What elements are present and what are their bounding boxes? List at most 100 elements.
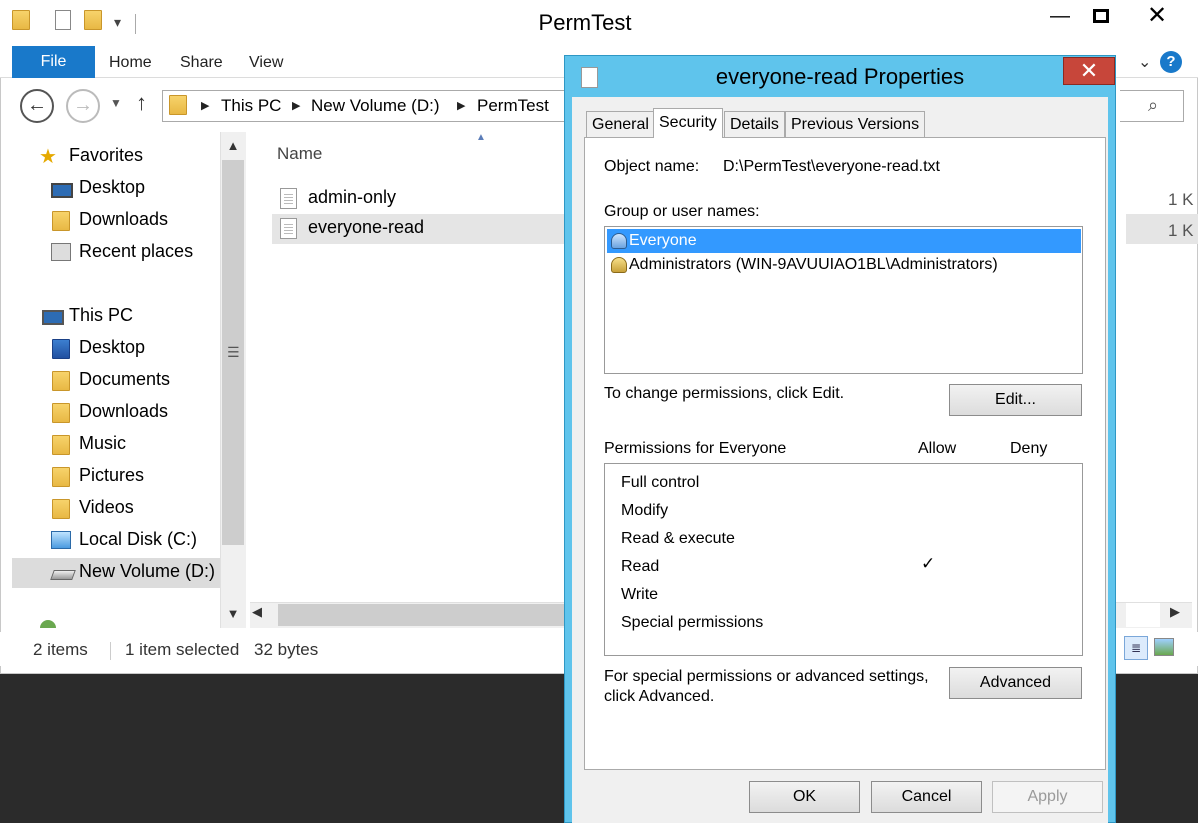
- folder-icon: [169, 95, 187, 120]
- details-view-icon[interactable]: ≣: [1124, 636, 1148, 660]
- nav-item-label: Pictures: [79, 465, 145, 485]
- back-button[interactable]: ←: [20, 89, 54, 123]
- nav-item-documents[interactable]: Documents: [12, 366, 220, 396]
- scroll-up-icon[interactable]: ▲: [220, 132, 246, 160]
- tab-file[interactable]: File: [12, 46, 95, 78]
- allow-header: Allow: [918, 440, 957, 457]
- text-file-icon: [280, 218, 297, 239]
- forward-button[interactable]: →: [66, 89, 100, 123]
- ok-button[interactable]: OK: [749, 781, 860, 813]
- apply-button[interactable]: Apply: [992, 781, 1103, 813]
- tab-general[interactable]: General: [586, 111, 655, 137]
- permissions-list[interactable]: Full control Modify Read & execute Read …: [604, 463, 1083, 656]
- nav-item-downloads[interactable]: Downloads: [12, 398, 220, 428]
- desktop-icon: [51, 183, 73, 198]
- cancel-button[interactable]: Cancel: [871, 781, 982, 813]
- nav-item-favorites[interactable]: ★ Favorites: [12, 142, 220, 172]
- horizontal-scrollbar-thumb[interactable]: [278, 604, 568, 626]
- recent-locations-icon[interactable]: ▼: [110, 96, 122, 110]
- edit-button[interactable]: Edit...: [949, 384, 1082, 416]
- nav-item-desktop[interactable]: Desktop: [12, 334, 220, 364]
- nav-item-music[interactable]: Music: [12, 430, 220, 460]
- tab-security[interactable]: Security: [653, 108, 723, 138]
- breadcrumb-arrow-icon[interactable]: ▶: [292, 99, 300, 112]
- user-list[interactable]: Everyone Administrators (WIN-9AVUUIAO1BL…: [604, 226, 1083, 374]
- file-size: 1 K: [1168, 190, 1194, 209]
- up-button[interactable]: ↑: [136, 90, 147, 116]
- nav-item-label: Downloads: [79, 209, 169, 229]
- object-name-label: Object name:: [604, 158, 700, 175]
- list-item-everyone[interactable]: Everyone: [607, 229, 1081, 253]
- drive-icon: [50, 570, 76, 580]
- tab-details[interactable]: Details: [724, 111, 785, 137]
- nav-item-recent-places[interactable]: Recent places: [12, 238, 220, 268]
- list-item-administrators[interactable]: Administrators (WIN-9AVUUIAO1BL\Administ…: [607, 253, 1081, 277]
- search-icon[interactable]: ⌕: [1148, 95, 1158, 116]
- user-group-icon: [611, 257, 627, 273]
- navigation-pane: ★ Favorites Desktop Downloads Recent pla…: [12, 132, 220, 628]
- advanced-hint-line1: For special permissions or advanced sett…: [604, 668, 929, 685]
- scroll-left-icon[interactable]: ◀: [252, 604, 262, 620]
- file-name: everyone-read: [308, 217, 425, 237]
- advanced-hint-line2: click Advanced.: [604, 688, 715, 705]
- nav-item-desktop[interactable]: Desktop: [12, 174, 220, 204]
- nav-item-label: Music: [79, 433, 127, 453]
- expand-ribbon-icon[interactable]: ⌄: [1138, 52, 1151, 72]
- permission-name: Modify: [621, 502, 669, 519]
- deny-header: Deny: [1010, 440, 1048, 457]
- nav-item-local-disk-c[interactable]: Local Disk (C:): [12, 526, 220, 556]
- computer-icon: [42, 310, 64, 325]
- breadcrumb-new-volume[interactable]: New Volume (D:): [311, 96, 439, 116]
- network-icon: [40, 620, 56, 628]
- breadcrumb-arrow-icon[interactable]: ▶: [457, 99, 465, 112]
- nav-item-new-volume-d[interactable]: New Volume (D:): [12, 558, 220, 588]
- nav-item-pictures[interactable]: Pictures: [12, 462, 220, 492]
- file-row[interactable]: everyone-read: [272, 214, 572, 244]
- dialog-close-button[interactable]: ✕: [1063, 57, 1115, 85]
- nav-item-label: Downloads: [79, 401, 169, 421]
- file-size: 1 K: [1168, 221, 1194, 240]
- breadcrumb-arrow-icon[interactable]: ▶: [201, 99, 209, 112]
- breadcrumb-permtest[interactable]: PermTest: [477, 96, 549, 116]
- nav-item-label: Favorites: [69, 145, 144, 165]
- permission-name: Special permissions: [621, 614, 764, 631]
- tab-previous-versions[interactable]: Previous Versions: [785, 111, 926, 137]
- large-icons-view-icon[interactable]: [1154, 638, 1174, 656]
- object-name-value: D:\PermTest\everyone-read.txt: [723, 158, 940, 175]
- tab-home[interactable]: Home: [109, 54, 152, 72]
- nav-item-label: This PC: [69, 305, 134, 325]
- permission-name: Read & execute: [621, 530, 735, 547]
- advanced-button[interactable]: Advanced: [949, 667, 1082, 699]
- scroll-right-icon[interactable]: ▶: [1170, 604, 1180, 620]
- file-name: admin-only: [308, 187, 397, 207]
- text-file-icon: [280, 188, 297, 209]
- status-selected: 1 item selected: [125, 640, 240, 659]
- desktop-folder-icon: [52, 339, 72, 359]
- breadcrumb-this-pc[interactable]: This PC: [221, 96, 281, 116]
- address-bar[interactable]: ▶ This PC ▶ New Volume (D:) ▶ PermTest: [162, 90, 572, 122]
- nav-item-videos[interactable]: Videos: [12, 494, 220, 524]
- nav-item-downloads[interactable]: Downloads: [12, 206, 220, 236]
- nav-item-label: New Volume (D:): [79, 561, 216, 581]
- windows-drive-icon: [51, 531, 71, 549]
- scroll-down-icon[interactable]: ▼: [220, 600, 246, 628]
- pictures-folder-icon: [52, 467, 72, 487]
- status-size: 32 bytes: [254, 640, 319, 659]
- nav-item-label: Videos: [79, 497, 134, 517]
- tab-view[interactable]: View: [249, 54, 283, 72]
- music-folder-icon: [52, 435, 72, 455]
- user-name: Administrators (WIN-9AVUUIAO1BL\Administ…: [629, 256, 998, 273]
- status-items-count: 2 items: [33, 640, 88, 659]
- nav-item-this-pc[interactable]: This PC: [12, 302, 220, 332]
- videos-folder-icon: [52, 499, 72, 519]
- column-header-name[interactable]: Name: [277, 144, 322, 164]
- tab-share[interactable]: Share: [180, 54, 223, 72]
- maximize-button[interactable]: [1080, 0, 1122, 32]
- help-icon[interactable]: ?: [1160, 51, 1182, 73]
- nav-item-label: Desktop: [79, 337, 146, 357]
- close-button[interactable]: ✕: [1122, 0, 1192, 32]
- permission-name: Write: [621, 586, 659, 603]
- minimize-button[interactable]: —: [1040, 0, 1080, 32]
- scrollbar-grip-icon: ☰: [227, 344, 240, 360]
- file-row[interactable]: admin-only: [272, 184, 572, 214]
